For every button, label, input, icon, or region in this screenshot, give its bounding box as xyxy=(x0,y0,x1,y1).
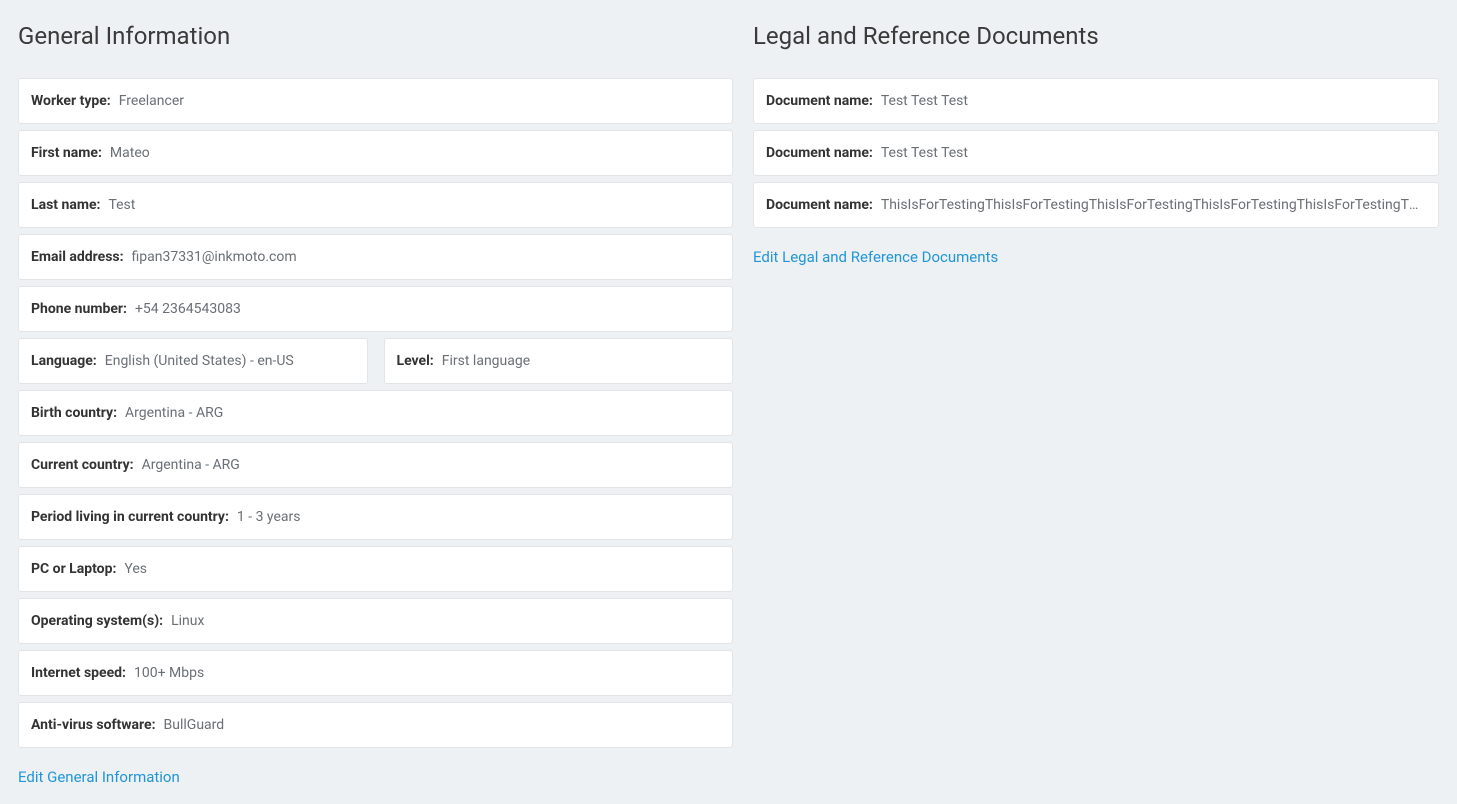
current-country-label: Current country: xyxy=(31,457,134,473)
language-value: English (United States) - en-US xyxy=(105,353,294,369)
phone-row: Phone number: +54 2364543083 xyxy=(18,286,733,332)
general-information-title: General Information xyxy=(18,22,733,50)
general-information-section: General Information Worker type: Freelan… xyxy=(18,18,733,786)
phone-value: +54 2364543083 xyxy=(135,301,241,317)
birth-country-value: Argentina - ARG xyxy=(125,405,223,421)
email-value: fipan37331@inkmoto.com xyxy=(132,249,297,265)
birth-country-row: Birth country: Argentina - ARG xyxy=(18,390,733,436)
worker-type-label: Worker type: xyxy=(31,93,111,109)
os-label: Operating system(s): xyxy=(31,613,163,629)
last-name-row: Last name: Test xyxy=(18,182,733,228)
document-name-label: Document name: xyxy=(766,93,873,109)
last-name-label: Last name: xyxy=(31,197,100,213)
document-row: Document name: Test Test Test xyxy=(753,78,1439,124)
pc-laptop-value: Yes xyxy=(124,561,147,577)
document-name-label: Document name: xyxy=(766,197,873,213)
antivirus-row: Anti-virus software: BullGuard xyxy=(18,702,733,748)
internet-speed-row: Internet speed: 100+ Mbps xyxy=(18,650,733,696)
edit-general-information-link[interactable]: Edit General Information xyxy=(18,768,180,786)
antivirus-value: BullGuard xyxy=(164,717,225,733)
main-container: General Information Worker type: Freelan… xyxy=(18,18,1439,786)
phone-label: Phone number: xyxy=(31,301,127,317)
first-name-row: First name: Mateo xyxy=(18,130,733,176)
first-name-label: First name: xyxy=(31,145,102,161)
email-row: Email address: fipan37331@inkmoto.com xyxy=(18,234,733,280)
document-name-value: Test Test Test xyxy=(881,145,968,161)
document-row: Document name: Test Test Test xyxy=(753,130,1439,176)
document-name-label: Document name: xyxy=(766,145,873,161)
current-country-value: Argentina - ARG xyxy=(142,457,240,473)
period-value: 1 - 3 years xyxy=(237,509,301,525)
document-name-value: ThisIsForTestingThisIsForTestingThisIsFo… xyxy=(881,197,1426,213)
edit-legal-documents-link[interactable]: Edit Legal and Reference Documents xyxy=(753,248,998,266)
email-label: Email address: xyxy=(31,249,124,265)
language-level-row: Language: English (United States) - en-U… xyxy=(18,338,733,384)
pc-laptop-row: PC or Laptop: Yes xyxy=(18,546,733,592)
document-row: Document name: ThisIsForTestingThisIsFor… xyxy=(753,182,1439,228)
first-name-value: Mateo xyxy=(110,145,150,161)
pc-laptop-label: PC or Laptop: xyxy=(31,561,116,577)
os-row: Operating system(s): Linux xyxy=(18,598,733,644)
current-country-row: Current country: Argentina - ARG xyxy=(18,442,733,488)
internet-speed-label: Internet speed: xyxy=(31,665,126,681)
worker-type-value: Freelancer xyxy=(119,93,184,109)
last-name-value: Test xyxy=(108,197,135,213)
period-row: Period living in current country: 1 - 3 … xyxy=(18,494,733,540)
language-card: Language: English (United States) - en-U… xyxy=(18,338,368,384)
language-label: Language: xyxy=(31,353,97,369)
level-label: Level: xyxy=(397,353,434,369)
level-value: First language xyxy=(442,353,530,369)
internet-speed-value: 100+ Mbps xyxy=(134,665,204,681)
worker-type-row: Worker type: Freelancer xyxy=(18,78,733,124)
document-name-value: Test Test Test xyxy=(881,93,968,109)
period-label: Period living in current country: xyxy=(31,509,229,525)
os-value: Linux xyxy=(171,613,204,629)
legal-documents-section: Legal and Reference Documents Document n… xyxy=(753,18,1439,786)
antivirus-label: Anti-virus software: xyxy=(31,717,156,733)
legal-documents-title: Legal and Reference Documents xyxy=(753,22,1439,50)
level-card: Level: First language xyxy=(384,338,734,384)
birth-country-label: Birth country: xyxy=(31,405,117,421)
